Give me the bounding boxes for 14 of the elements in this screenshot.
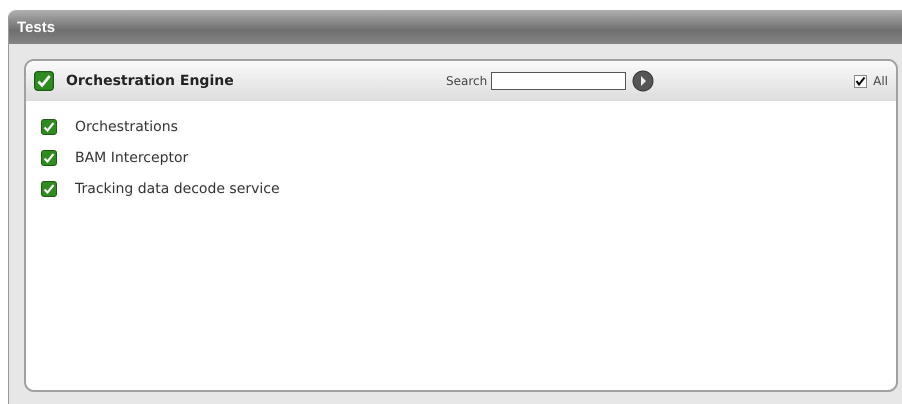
window-title: Tests — [17, 18, 56, 36]
test-item[interactable]: Orchestrations — [75, 118, 178, 134]
all-label: All — [873, 74, 888, 88]
test-item[interactable]: Tracking data decode service — [75, 180, 280, 196]
item-checkbox[interactable] — [41, 118, 57, 134]
test-item[interactable]: BAM Interceptor — [75, 150, 188, 166]
search-label: Search — [446, 74, 488, 88]
item-checkbox[interactable] — [41, 180, 57, 196]
search-field[interactable] — [491, 72, 626, 90]
item-checkbox[interactable] — [41, 150, 57, 166]
group-title: Orchestration Engine — [66, 73, 235, 89]
group-checkbox[interactable] — [34, 71, 54, 91]
go-button[interactable] — [632, 70, 654, 92]
all-checkbox[interactable] — [854, 74, 868, 88]
